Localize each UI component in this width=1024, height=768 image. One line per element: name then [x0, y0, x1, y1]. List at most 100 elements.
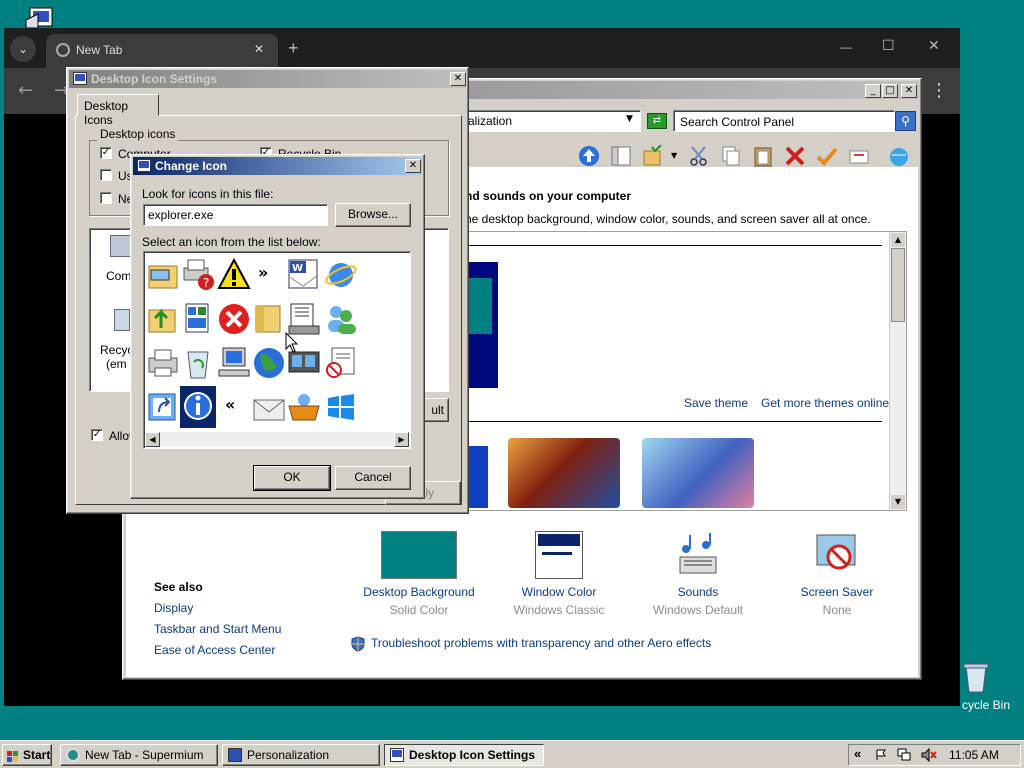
- theme-thumb-2[interactable]: [508, 438, 620, 508]
- scroll-down-arrow[interactable]: ▼: [891, 495, 905, 509]
- search-icon[interactable]: ⚲: [895, 111, 916, 131]
- ci-file-input[interactable]: explorer.exe: [143, 204, 328, 226]
- checkmark-icon[interactable]: [816, 145, 838, 167]
- get-more-themes-link[interactable]: Get more themes online: [761, 396, 889, 410]
- folders-icon[interactable]: [642, 144, 664, 167]
- back-arrow-icon[interactable]: ←: [18, 80, 33, 101]
- ci-title-icon: [137, 159, 151, 172]
- folder-up-icon[interactable]: [147, 302, 181, 336]
- globe-icon[interactable]: [252, 346, 286, 380]
- refresh-icon[interactable]: ⇄: [647, 113, 667, 129]
- taskbar-item-browser[interactable]: New Tab - Supermium: [60, 744, 218, 766]
- taskbar-start-menu-link[interactable]: Taskbar and Start Menu: [154, 622, 281, 636]
- taskbar-item-personalization[interactable]: Personalization: [222, 744, 380, 766]
- desktop-computer-icon[interactable]: [24, 6, 56, 30]
- word-document-icon[interactable]: W: [287, 258, 321, 292]
- internet-explorer-icon[interactable]: [324, 258, 358, 292]
- ok-button[interactable]: OK: [253, 465, 331, 491]
- dis-recycle-icon[interactable]: [114, 309, 130, 331]
- double-chevron-right-icon[interactable]: »: [252, 258, 286, 292]
- ci-hscrollbar[interactable]: ◀ ▶: [145, 432, 409, 447]
- search-input[interactable]: Search Control Panel: [673, 110, 895, 132]
- desktop-recycle-bin-icon[interactable]: [962, 662, 990, 694]
- ci-icon-list[interactable]: ? » W « ◀ ▶: [143, 251, 411, 449]
- folders-dropdown-icon[interactable]: ▼: [671, 151, 677, 160]
- mail-icon[interactable]: [252, 390, 286, 424]
- cp-maximize-button[interactable]: □: [882, 84, 898, 98]
- start-button[interactable]: Start: [2, 744, 52, 766]
- control-panel-icon[interactable]: [182, 302, 216, 336]
- paste-icon[interactable]: [752, 145, 774, 167]
- basket-icon[interactable]: [287, 390, 321, 424]
- shortcut-icon[interactable]: [147, 390, 181, 424]
- users-icon[interactable]: [324, 302, 358, 336]
- recycle-bin-icon[interactable]: [182, 346, 216, 380]
- views-icon[interactable]: [888, 145, 910, 167]
- window-color-item[interactable]: Window Color Windows Classic: [499, 531, 619, 623]
- browser-tab[interactable]: New Tab ✕: [46, 34, 278, 68]
- information-icon[interactable]: [180, 386, 216, 428]
- ease-of-access-link[interactable]: Ease of Access Center: [154, 643, 275, 657]
- printer-help-icon[interactable]: ?: [182, 258, 216, 292]
- panes-icon[interactable]: [610, 145, 632, 167]
- clock[interactable]: 11:05 AM: [949, 748, 999, 762]
- warning-icon[interactable]: [217, 257, 251, 292]
- display-link[interactable]: Display: [154, 601, 193, 615]
- sounds-item[interactable]: Sounds Windows Default: [638, 531, 758, 623]
- cp-close-button[interactable]: ✕: [901, 84, 917, 98]
- scroll-thumb[interactable]: [891, 248, 905, 322]
- cancel-button[interactable]: Cancel: [335, 466, 411, 490]
- new-tab-button[interactable]: +: [288, 38, 299, 59]
- user-files-checkbox[interactable]: [100, 169, 112, 181]
- copy-icon[interactable]: [720, 145, 742, 167]
- windows-logo-icon[interactable]: [324, 390, 358, 424]
- theme-preview-solid[interactable]: [464, 262, 498, 388]
- scroll-up-arrow[interactable]: ▲: [891, 233, 905, 247]
- double-chevron-left-icon[interactable]: «: [217, 390, 251, 424]
- theme-scrollbar[interactable]: ▲ ▼: [889, 232, 906, 510]
- tray-expand-icon[interactable]: «: [854, 746, 861, 761]
- theme-thumb-1[interactable]: [468, 446, 488, 508]
- network-drive-icon[interactable]: [287, 302, 321, 336]
- browser-menu-icon[interactable]: ⋮: [930, 80, 948, 101]
- tab-close-icon[interactable]: ✕: [254, 42, 264, 56]
- maximize-button[interactable]: ☐: [882, 38, 895, 54]
- taskbar-item-desktop-icon-settings[interactable]: Desktop Icon Settings: [384, 744, 544, 766]
- screen-saver-item[interactable]: Screen Saver None: [777, 531, 897, 623]
- cut-icon[interactable]: [688, 145, 710, 167]
- dis-title-icon: [73, 72, 87, 85]
- folder-window-icon[interactable]: [147, 258, 181, 292]
- close-button[interactable]: ✕: [928, 38, 940, 54]
- dis-tab-desktop-icons[interactable]: Desktop Icons: [77, 94, 159, 127]
- desktop-background-item[interactable]: Desktop Background Solid Color: [359, 531, 479, 623]
- error-icon[interactable]: [217, 302, 251, 336]
- blocked-document-icon[interactable]: [324, 346, 358, 380]
- computer-checkbox[interactable]: ✓: [100, 147, 112, 159]
- delete-icon[interactable]: [784, 145, 806, 167]
- properties-icon[interactable]: [848, 145, 870, 167]
- up-arrow-icon[interactable]: [578, 145, 600, 167]
- ci-scroll-left[interactable]: ◀: [145, 432, 160, 447]
- minimize-button[interactable]: —: [840, 40, 852, 54]
- network-tray-icon[interactable]: [897, 748, 911, 762]
- browse-button[interactable]: Browse...: [335, 203, 411, 227]
- network-checkbox[interactable]: [100, 192, 112, 204]
- ci-close-button[interactable]: ✕: [405, 159, 421, 173]
- volume-muted-icon[interactable]: [921, 747, 937, 763]
- theme-thumb-3[interactable]: [642, 438, 754, 508]
- computer-icon[interactable]: [217, 346, 251, 380]
- address-dropdown-icon[interactable]: ▼: [626, 114, 633, 124]
- dis-close-button[interactable]: ✕: [450, 72, 466, 86]
- folder-icon[interactable]: [252, 302, 286, 336]
- flag-icon[interactable]: [875, 749, 887, 761]
- cp-minimize-button[interactable]: _: [865, 84, 881, 98]
- search-placeholder: Search Control Panel: [680, 115, 795, 129]
- troubleshoot-link[interactable]: Troubleshoot problems with transparency …: [371, 636, 711, 650]
- ci-titlebar: Change Icon ✕: [133, 157, 422, 175]
- tab-search-button[interactable]: ⌄: [10, 36, 36, 62]
- save-theme-link[interactable]: Save theme: [684, 396, 748, 410]
- ci-scroll-right[interactable]: ▶: [394, 432, 409, 447]
- allow-themes-checkbox[interactable]: ✓: [91, 429, 103, 441]
- printer-icon[interactable]: [147, 346, 181, 380]
- dis-computer-icon[interactable]: [110, 235, 132, 257]
